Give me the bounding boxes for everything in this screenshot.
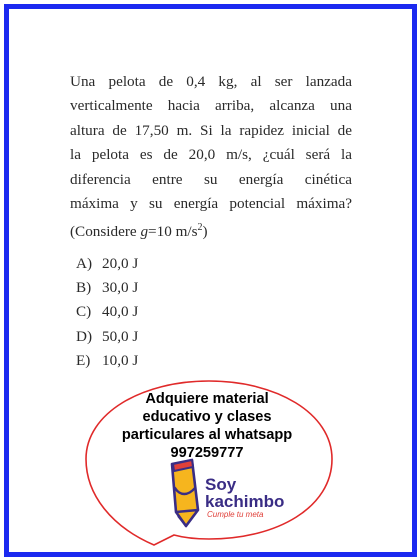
promo-line: particulares al whatsapp: [121, 427, 293, 443]
question-line: diferencia entre su energía cinética: [70, 170, 352, 188]
option-letter: B): [76, 279, 92, 297]
option-letter: D): [76, 327, 93, 345]
note-variable: g: [140, 223, 149, 241]
question-line: verticalmente hacia arriba, alcanza una: [70, 97, 352, 115]
answer-options: A) 20,0 J B) 30,0 J C) 40,0 J D) 50,0 J E) 10…: [76, 252, 138, 373]
option-letter: C): [76, 303, 92, 321]
question-line: la pelota es de 20,0 m/s, ¿cuál será la: [70, 146, 352, 164]
option-value: 10,0 J: [102, 351, 139, 369]
option-value: 50,0 J: [102, 327, 139, 345]
option-b: B) 30,0 J: [76, 276, 138, 300]
option-d: D) 50,0 J: [76, 325, 138, 349]
question-line: Una pelota de 0,4 kg, al ser lanzada: [70, 73, 352, 90]
promo-line: educativo y clases: [142, 409, 272, 425]
option-value: 40,0 J: [102, 303, 139, 321]
pencil-logo-icon: [170, 458, 200, 528]
promo-text: Adquiere material educativo y clases par…: [100, 390, 314, 462]
option-value: 30,0 J: [102, 279, 139, 297]
option-letter: A): [76, 255, 93, 272]
logo-line-2: kachimbo: [205, 492, 285, 511]
logo-tagline: Cumple tu meta: [207, 510, 264, 519]
whatsapp-number: 997259777: [170, 445, 244, 461]
logo-line-1: Soy: [205, 475, 237, 494]
option-letter: E): [76, 351, 91, 369]
promo-line: Adquiere material: [145, 391, 269, 407]
option-value: 20,0 J: [102, 255, 139, 272]
question-line: altura de 17,50 m. Si la rapidez inicial…: [70, 121, 352, 139]
question-line: máxima y su energía potencial máxima?: [70, 195, 352, 213]
option-e: E) 10,0 J: [76, 349, 138, 373]
option-c: C) 40,0 J: [76, 300, 138, 324]
brand-logo-text: Soy kachimbo Cumple tu meta: [205, 476, 284, 520]
note-value: =10 m/s: [148, 223, 198, 241]
note-suffix: ): [202, 223, 208, 241]
question-note: (Considere g=10 m/s2): [70, 216, 352, 244]
note-prefix: (Considere: [70, 223, 141, 241]
option-a: A) 20,0 J: [76, 252, 138, 276]
question-text: Una pelota de 0,4 kg, al ser lanzada ver…: [70, 70, 352, 245]
